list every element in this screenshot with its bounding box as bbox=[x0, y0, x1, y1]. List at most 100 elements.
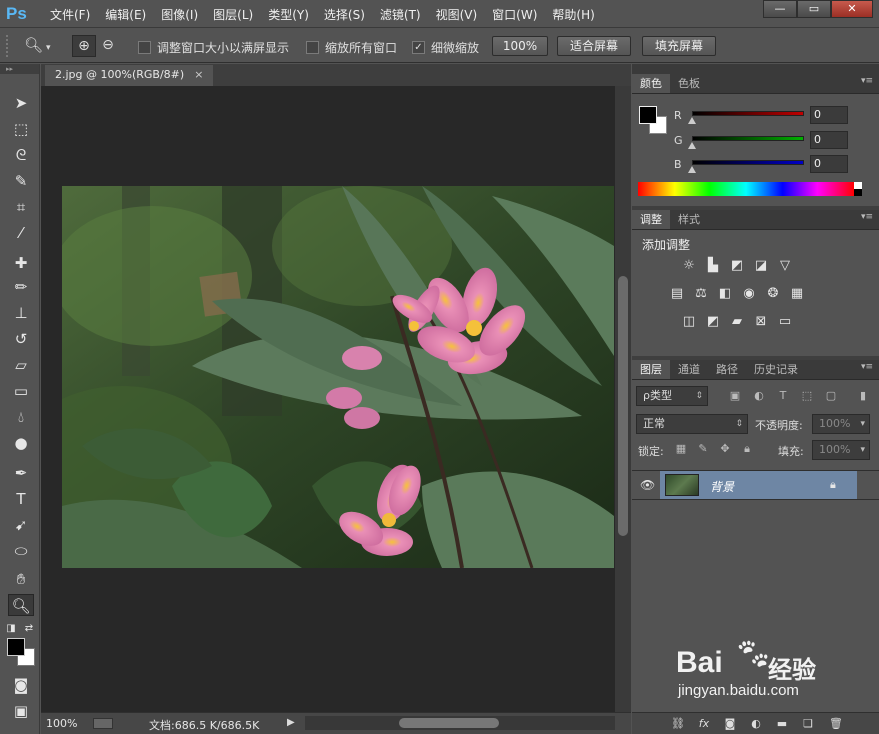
quick-selection-tool-icon[interactable]: ✎ bbox=[8, 170, 34, 192]
black-white-swatch[interactable] bbox=[854, 182, 862, 196]
filter-adjustment-icon[interactable]: ◐ bbox=[752, 389, 766, 403]
red-value-field[interactable]: 0 bbox=[810, 106, 848, 124]
new-adjustment-layer-icon[interactable]: ◐ bbox=[748, 717, 764, 731]
tab-color[interactable]: 颜色 bbox=[632, 74, 670, 93]
zoom-level[interactable]: 100% bbox=[46, 717, 77, 730]
zoom-in-mode-button[interactable]: ⊕ bbox=[72, 35, 96, 57]
vibrance-icon[interactable]: ▽ bbox=[776, 258, 794, 274]
path-selection-tool-icon[interactable]: ➹ bbox=[8, 514, 34, 536]
foreground-color-swatch[interactable] bbox=[7, 638, 25, 656]
marquee-tool-icon[interactable]: ⬚ bbox=[8, 118, 34, 140]
menu-edit[interactable]: 编辑(E) bbox=[105, 6, 146, 23]
tab-layers[interactable]: 图层 bbox=[632, 360, 670, 379]
panel-menu-icon[interactable]: ▾≡ bbox=[861, 76, 873, 86]
delete-layer-icon[interactable]: 🗑︎ bbox=[828, 717, 844, 731]
close-tab-icon[interactable]: × bbox=[194, 65, 203, 86]
ellipse-tool-icon[interactable]: ⬭ bbox=[8, 540, 34, 562]
screen-mode-icon[interactable]: ▣ bbox=[8, 700, 34, 722]
photo-filter-icon[interactable]: ◉ bbox=[740, 286, 758, 302]
lasso-tool-icon[interactable]: ᘓ bbox=[8, 144, 34, 166]
actual-pixels-button[interactable]: 100% bbox=[492, 36, 548, 56]
tab-swatches[interactable]: 色板 bbox=[670, 74, 708, 93]
posterize-icon[interactable]: ◩ bbox=[704, 314, 722, 330]
fill-screen-button[interactable]: 填充屏幕 bbox=[642, 36, 716, 56]
scrubby-zoom-checkbox[interactable]: ✓ bbox=[412, 41, 425, 54]
eraser-tool-icon[interactable]: ▱ bbox=[8, 354, 34, 376]
quick-mask-icon[interactable]: ◙ bbox=[8, 674, 34, 696]
clone-stamp-tool-icon[interactable]: ⊥ bbox=[8, 302, 34, 324]
minimize-button[interactable]: — bbox=[763, 0, 797, 18]
document-image[interactable] bbox=[62, 186, 614, 568]
menu-file[interactable]: 文件(F) bbox=[50, 6, 90, 23]
scrubby-zoom-option[interactable]: ✓ 细微缩放 bbox=[412, 39, 479, 56]
menu-image[interactable]: 图像(I) bbox=[161, 6, 198, 23]
opacity-field[interactable]: 100% ▾ bbox=[812, 414, 870, 434]
tab-history[interactable]: 历史记录 bbox=[746, 360, 806, 379]
black-white-icon[interactable]: ◧ bbox=[716, 286, 734, 302]
zoom-tool-icon[interactable]: 🔍︎ bbox=[8, 594, 34, 616]
brightness-contrast-icon[interactable]: ☼ bbox=[680, 258, 698, 274]
filter-pixel-icon[interactable]: ▣ bbox=[728, 389, 742, 403]
zoom-out-mode-button[interactable]: ⊖ bbox=[96, 35, 120, 57]
blue-slider-knob[interactable] bbox=[688, 166, 696, 173]
filter-type-icon[interactable]: T bbox=[776, 389, 790, 403]
menu-filter[interactable]: 滤镜(T) bbox=[380, 6, 421, 23]
blue-slider-track[interactable] bbox=[692, 160, 804, 165]
color-panel-foreground-swatch[interactable] bbox=[639, 106, 657, 124]
link-layers-icon[interactable]: ⛓ bbox=[670, 717, 686, 731]
panel-menu-icon[interactable]: ▾≡ bbox=[861, 212, 873, 222]
green-slider-track[interactable] bbox=[692, 136, 804, 141]
move-tool-icon[interactable]: ➤ bbox=[8, 92, 34, 114]
vertical-scroll-thumb[interactable] bbox=[618, 276, 628, 536]
eye-icon[interactable]: 👁︎ bbox=[640, 478, 656, 492]
red-slider-track[interactable] bbox=[692, 111, 804, 116]
tab-paths[interactable]: 路径 bbox=[708, 360, 746, 379]
healing-brush-tool-icon[interactable]: ✚ bbox=[8, 252, 34, 274]
menu-type[interactable]: 类型(Y) bbox=[268, 6, 309, 23]
fit-screen-button[interactable]: 适合屏幕 bbox=[557, 36, 631, 56]
lock-transparent-icon[interactable]: ▦ bbox=[674, 442, 688, 456]
gradient-tool-icon[interactable]: ▭ bbox=[8, 380, 34, 402]
history-brush-tool-icon[interactable]: ↺ bbox=[8, 328, 34, 350]
exposure-icon[interactable]: ◪ bbox=[752, 258, 770, 274]
levels-icon[interactable]: ▙ bbox=[704, 258, 722, 274]
gradient-map-icon[interactable]: ▭ bbox=[776, 314, 794, 330]
horizontal-scroll-thumb[interactable] bbox=[399, 718, 499, 728]
layer-row[interactable]: 👁︎ 背景 🔒︎ bbox=[632, 470, 879, 500]
lock-position-icon[interactable]: ✥ bbox=[718, 442, 732, 456]
new-group-icon[interactable]: ▬ bbox=[774, 717, 790, 731]
resize-windows-option[interactable]: 调整窗口大小以满屏显示 bbox=[138, 39, 289, 56]
new-layer-icon[interactable]: ❏ bbox=[800, 717, 816, 731]
filter-toggle-icon[interactable]: ▮ bbox=[856, 389, 870, 403]
threshold-icon[interactable]: ▰ bbox=[728, 314, 746, 330]
document-tab[interactable]: 2.jpg @ 100%(RGB/8#) × bbox=[45, 65, 214, 86]
tab-channels[interactable]: 通道 bbox=[670, 360, 708, 379]
layer-filter-select[interactable]: ρ类型 ⇕ bbox=[636, 386, 708, 406]
eyedropper-tool-icon[interactable]: ⁄ bbox=[8, 222, 34, 244]
type-tool-icon[interactable]: T bbox=[8, 488, 34, 510]
blend-mode-select[interactable]: 正常 ⇕ bbox=[636, 414, 748, 434]
color-balance-icon[interactable]: ⚖ bbox=[692, 286, 710, 302]
toolbox-header[interactable]: ▸▸ bbox=[0, 64, 39, 74]
menu-view[interactable]: 视图(V) bbox=[436, 6, 478, 23]
swap-colors-icon[interactable]: ⇄ bbox=[22, 618, 36, 640]
tool-preset-picker[interactable]: 🔍︎ ▾ bbox=[24, 36, 51, 54]
red-slider-knob[interactable] bbox=[688, 117, 696, 124]
selective-color-icon[interactable]: ⊠ bbox=[752, 314, 770, 330]
color-lookup-icon[interactable]: ▦ bbox=[788, 286, 806, 302]
panel-menu-icon[interactable]: ▾≡ bbox=[861, 362, 873, 372]
channel-mixer-icon[interactable]: ❂ bbox=[764, 286, 782, 302]
options-grip[interactable] bbox=[6, 35, 12, 57]
pen-tool-icon[interactable]: ✒ bbox=[8, 462, 34, 484]
tab-adjustments[interactable]: 调整 bbox=[632, 210, 670, 229]
green-slider-knob[interactable] bbox=[688, 142, 696, 149]
blue-value-field[interactable]: 0 bbox=[810, 155, 848, 173]
brush-tool-icon[interactable]: ✏ bbox=[8, 276, 34, 298]
menu-help[interactable]: 帮助(H) bbox=[552, 6, 594, 23]
color-spectrum-ramp[interactable] bbox=[638, 182, 862, 196]
add-mask-icon[interactable]: ◙ bbox=[722, 717, 738, 731]
menu-window[interactable]: 窗口(W) bbox=[492, 6, 537, 23]
curves-icon[interactable]: ◩ bbox=[728, 258, 746, 274]
zoom-all-checkbox[interactable] bbox=[306, 41, 319, 54]
resize-windows-checkbox[interactable] bbox=[138, 41, 151, 54]
